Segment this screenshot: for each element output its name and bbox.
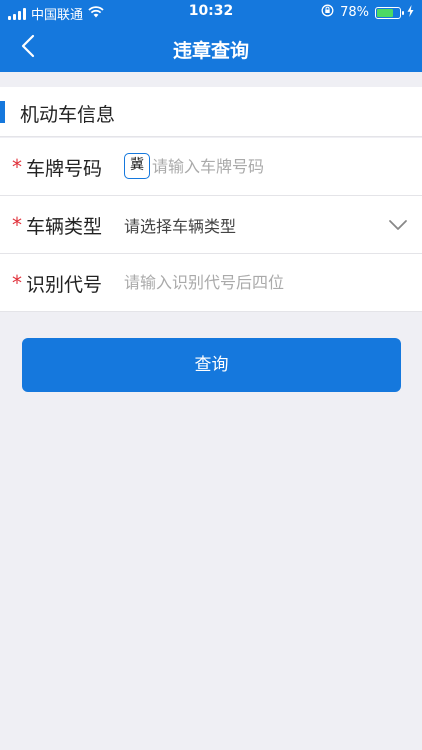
top-header: 中国联通 10:32 78% 违章查询	[0, 0, 422, 72]
vehicle-type-label: 车辆类型	[26, 216, 103, 238]
required-mark: *	[12, 213, 22, 237]
vin-label: 识别代号	[26, 274, 103, 296]
vehicle-type-select[interactable]: 请选择车辆类型	[124, 213, 236, 237]
section-title: 机动车信息	[20, 104, 116, 126]
rotation-lock-icon	[321, 4, 334, 21]
plate-number-label: 车牌号码	[26, 158, 103, 180]
required-mark: *	[12, 155, 22, 179]
nav-bar: 违章查询	[0, 24, 422, 72]
plate-number-input[interactable]	[152, 152, 402, 180]
battery-percent: 78%	[340, 5, 369, 20]
plate-number-row: * 车牌号码	[0, 138, 422, 196]
section-header: 机动车信息	[0, 87, 422, 137]
section-accent-bar	[0, 101, 5, 123]
status-right: 78%	[321, 4, 414, 21]
battery-icon	[375, 6, 404, 19]
charging-icon	[407, 4, 414, 21]
app-root: 中国联通 10:32 78% 违章查询 机动车信息 * 车牌号码 请输入车牌号码…	[0, 0, 422, 750]
required-mark: *	[12, 271, 22, 295]
plate-province-prefix[interactable]: 冀	[124, 153, 150, 179]
vin-row: * 识别代号	[0, 254, 422, 312]
battery-fill	[377, 8, 393, 17]
page-title: 违章查询	[172, 40, 249, 62]
query-button[interactable]: 查询	[22, 338, 401, 392]
status-bar: 中国联通 10:32 78%	[0, 0, 422, 24]
vehicle-type-row[interactable]: * 车辆类型 请选择车辆类型	[0, 196, 422, 254]
chevron-down-icon[interactable]	[388, 216, 408, 235]
vin-input[interactable]	[124, 268, 394, 296]
